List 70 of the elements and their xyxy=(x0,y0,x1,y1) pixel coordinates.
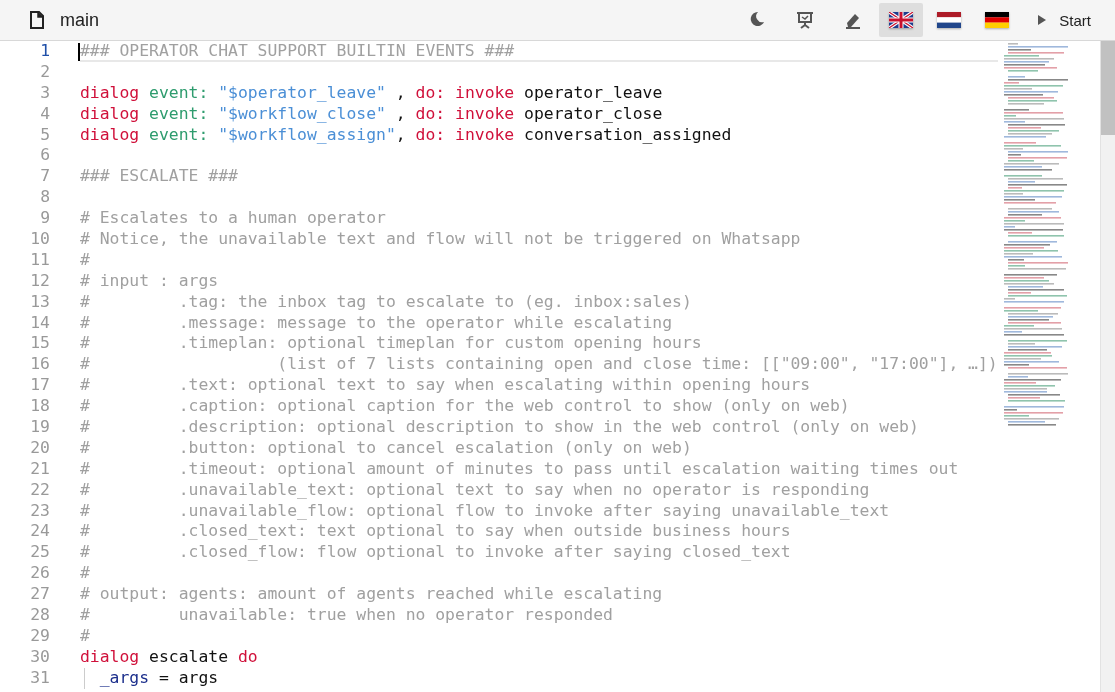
file-name: main xyxy=(60,9,99,31)
code-line: # input : args xyxy=(80,270,219,292)
line-number: 22 xyxy=(29,479,50,501)
code-line: # .tag: the inbox tag to escalate to (eg. inbox:sales) xyxy=(80,291,692,313)
code-line: dialog event: "$workflow_close" , do: invoke operator_close xyxy=(80,103,663,125)
scrollbar[interactable] xyxy=(1100,41,1115,135)
code-line: dialog event: "$workflow_assign", do: invoke conversation_assigned xyxy=(80,124,732,146)
code-line: ### ESCALATE ### xyxy=(80,166,238,188)
line-number: 5 xyxy=(39,124,50,146)
file-icon xyxy=(30,11,44,29)
code-line: # output: agents: amount of agents reached while escalating xyxy=(80,584,663,606)
line-number: 11 xyxy=(29,249,50,271)
code-line: dialog event: "$operator_leave" , do: invoke operator_leave xyxy=(80,82,663,104)
line-number: 21 xyxy=(29,458,50,480)
line-number: 26 xyxy=(29,563,50,585)
code-line: # .text: optional text to say when escalating within opening hours xyxy=(80,375,811,397)
line-number: 30 xyxy=(29,646,50,668)
code-line: # .description: optional description to show in the web control (only on web) xyxy=(80,417,919,438)
line-number: 20 xyxy=(29,437,50,459)
line-number: 13 xyxy=(29,291,50,313)
presentation-icon xyxy=(795,10,816,30)
code-line: # unavailable: true when no operator responded xyxy=(80,605,613,626)
code-line: # .closed_flow: flow optional to invoke after saying closed_text xyxy=(80,542,791,564)
line-number: 17 xyxy=(29,375,50,397)
code-line: # .message: message to the operator while escalating xyxy=(80,312,673,334)
line-number: 19 xyxy=(29,417,50,438)
code-line: # .caption: optional caption for the web control to show (only on web) xyxy=(80,396,850,418)
line-number: 14 xyxy=(29,312,50,334)
line-number: 12 xyxy=(29,270,50,292)
text-cursor xyxy=(78,43,80,61)
code-line: # .timeplan: optional timeplan for custom opening hours xyxy=(80,333,702,355)
line-number: 28 xyxy=(29,605,50,626)
uk-flag-icon xyxy=(889,12,914,28)
code-line: # .unavailable_flow: optional flow to invoke after saying unavailable_text xyxy=(80,500,890,522)
line-number: 7 xyxy=(39,166,50,188)
line-number: 6 xyxy=(39,145,50,167)
code-line: # xyxy=(80,563,90,585)
code-line: # .timeout: optional amount of minutes to pass until escalation waiting times out xyxy=(80,458,959,480)
code-line: # Notice, the unavailable text and flow will not be triggered on Whatsapp xyxy=(80,229,801,250)
code-line: ### OPERATOR CHAT SUPPORT BUILTIN EVENTS ### xyxy=(80,41,515,60)
line-number: 9 xyxy=(39,208,50,229)
code-line: # xyxy=(80,625,90,647)
code-line: _args = args xyxy=(99,667,219,689)
line-number: 16 xyxy=(29,354,50,376)
code-line: # Escalates to a human operator xyxy=(80,208,386,229)
line-number: 18 xyxy=(29,396,50,418)
line-number: 8 xyxy=(39,187,50,209)
line-number: 25 xyxy=(29,542,50,564)
line-number: 4 xyxy=(39,103,50,125)
netherlands-flag-icon xyxy=(937,12,962,28)
germany-flag-icon xyxy=(985,12,1010,28)
line-number: 23 xyxy=(29,500,50,522)
language-button[interactable] xyxy=(879,3,924,37)
code-line: # (list of 7 lists containing open and close time: [["09:00", "17:00"], …]) xyxy=(80,354,998,376)
code-line: dialog escalate do xyxy=(80,646,258,668)
line-number: 29 xyxy=(29,625,50,647)
line-number: 24 xyxy=(29,521,50,543)
start-button[interactable]: Start xyxy=(1023,3,1099,37)
code-line: # .button: optional to cancel escalation (only on web) xyxy=(80,437,692,459)
code-line: # .closed_text: text optional to say when outside business hours xyxy=(80,521,791,543)
line-number: 27 xyxy=(29,584,50,606)
code-line: # xyxy=(80,249,90,271)
line-number: 3 xyxy=(39,82,50,104)
code-line: # .unavailable_text: optional text to say when no operator is responding xyxy=(80,479,870,501)
line-number: 31 xyxy=(29,667,50,689)
line-number: 2 xyxy=(39,61,50,83)
line-number: 1 xyxy=(39,41,50,62)
play-icon xyxy=(1037,14,1048,26)
line-number: 10 xyxy=(29,229,50,250)
line-number: 15 xyxy=(29,333,50,355)
